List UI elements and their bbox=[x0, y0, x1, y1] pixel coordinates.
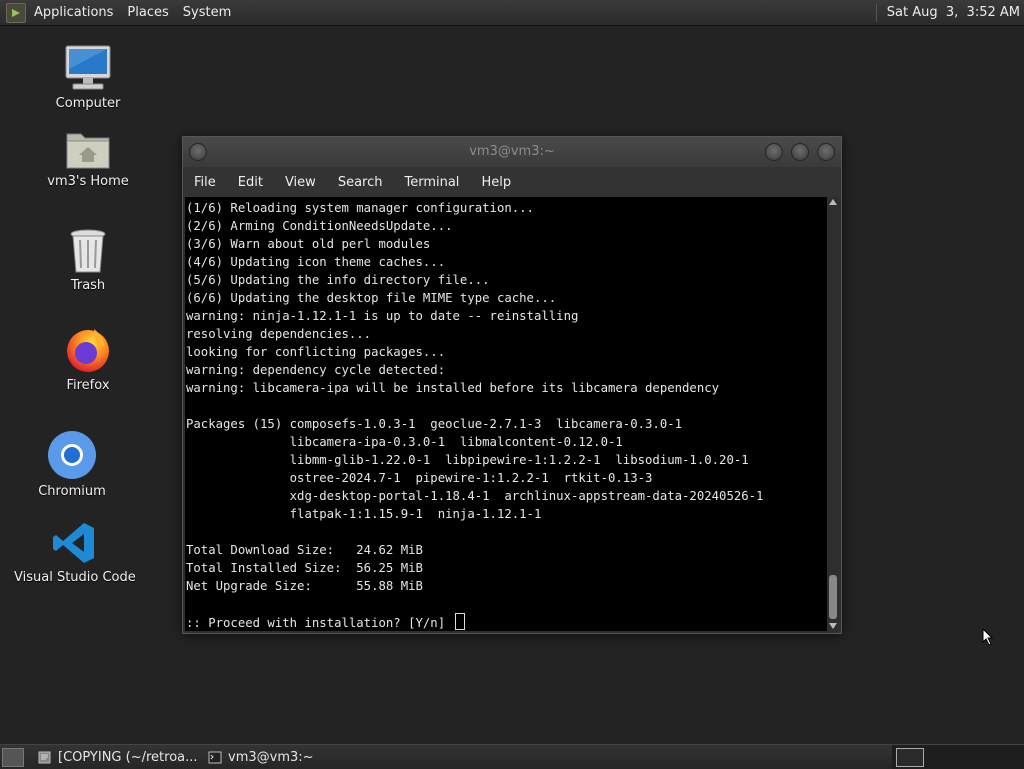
computer-icon bbox=[65, 45, 111, 90]
scroll-up-icon[interactable] bbox=[829, 199, 837, 205]
minimize-button[interactable] bbox=[765, 143, 783, 161]
distro-logo-icon[interactable] bbox=[6, 2, 26, 23]
terminal-output[interactable]: (1/6) Reloading system manager configura… bbox=[185, 197, 827, 631]
desktop-icon-vscode[interactable]: Visual Studio Code bbox=[14, 520, 136, 585]
desktop-icon-label: Trash bbox=[70, 278, 106, 293]
terminal-icon bbox=[208, 751, 222, 763]
menu-search[interactable]: Search bbox=[338, 175, 383, 190]
bottom-panel: [COPYING (~/retroa... vm3@vm3:~ bbox=[0, 744, 1024, 769]
clock-area: Sat Aug 3, 3:52 AM bbox=[875, 0, 1024, 25]
system-menu[interactable]: System bbox=[183, 5, 231, 20]
terminal-scrollbar[interactable] bbox=[827, 197, 839, 631]
desktop-icon-label: Chromium bbox=[38, 484, 106, 499]
firefox-icon bbox=[67, 329, 109, 372]
menu-edit[interactable]: Edit bbox=[238, 175, 263, 190]
menu-help[interactable]: Help bbox=[481, 175, 511, 190]
trash-icon bbox=[70, 229, 106, 273]
places-menu[interactable]: Places bbox=[127, 5, 168, 20]
terminal-menubar: File Edit View Search Terminal Help bbox=[183, 167, 841, 197]
window-title: vm3@vm3:~ bbox=[469, 144, 555, 159]
scrollbar-thumb[interactable] bbox=[829, 575, 837, 619]
vscode-icon bbox=[53, 523, 94, 563]
terminal-prompt: :: Proceed with installation? [Y/n] bbox=[186, 616, 453, 630]
clock[interactable]: Sat Aug 3, 3:52 AM bbox=[887, 5, 1020, 20]
top-panel-menus: Applications Places System bbox=[6, 0, 245, 25]
desktop-icon-chromium[interactable]: Chromium bbox=[32, 430, 112, 499]
mouse-pointer-icon bbox=[982, 628, 994, 646]
terminal-window[interactable]: vm3@vm3:~ File Edit View Search Terminal… bbox=[182, 136, 842, 634]
terminal-text: (1/6) Reloading system manager configura… bbox=[185, 197, 827, 631]
taskbar-item-label: [COPYING (~/retroa... bbox=[58, 749, 198, 765]
scroll-down-icon[interactable] bbox=[829, 623, 837, 629]
taskbar-item-terminal[interactable]: vm3@vm3:~ bbox=[208, 748, 314, 766]
desktop-icon-computer[interactable]: Computer bbox=[48, 44, 128, 111]
maximize-button[interactable] bbox=[791, 143, 809, 161]
close-button[interactable] bbox=[817, 143, 835, 161]
top-panel: Applications Places System Sat Aug 3, 3:… bbox=[0, 0, 1024, 26]
terminal-cursor bbox=[454, 613, 465, 630]
taskbar-item-editor[interactable]: [COPYING (~/retroa... bbox=[38, 748, 198, 766]
text-editor-icon bbox=[38, 751, 51, 763]
desktop-icon-firefox[interactable]: Firefox bbox=[48, 326, 128, 393]
desktop-icon-label: Visual Studio Code bbox=[14, 570, 136, 585]
home-folder-icon bbox=[66, 133, 110, 169]
show-desktop-button[interactable] bbox=[2, 748, 24, 767]
taskbar-item-label: vm3@vm3:~ bbox=[228, 749, 314, 765]
menu-view[interactable]: View bbox=[285, 175, 316, 190]
menu-terminal[interactable]: Terminal bbox=[404, 175, 459, 190]
desktop-icon-label: vm3's Home bbox=[47, 174, 129, 189]
panel-separator bbox=[875, 3, 877, 22]
menu-file[interactable]: File bbox=[194, 175, 216, 190]
chromium-icon bbox=[48, 431, 96, 479]
desktop-icon-label: Firefox bbox=[66, 378, 110, 393]
window-titlebar[interactable]: vm3@vm3:~ bbox=[183, 137, 841, 167]
desktop-icon-label: Computer bbox=[55, 96, 121, 111]
workspace-1[interactable] bbox=[896, 748, 924, 767]
desktop-icon-home[interactable]: vm3's Home bbox=[43, 128, 133, 189]
applications-menu[interactable]: Applications bbox=[34, 5, 113, 20]
terminal-lines: (1/6) Reloading system manager configura… bbox=[186, 201, 764, 593]
desktop-icon-trash[interactable]: Trash bbox=[48, 228, 128, 293]
